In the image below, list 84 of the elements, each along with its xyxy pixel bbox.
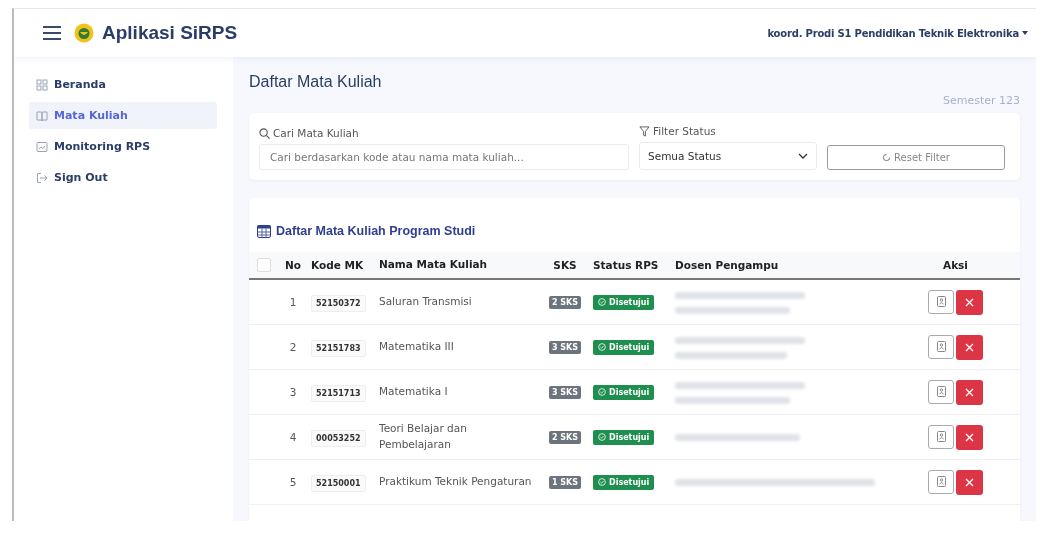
document-button[interactable]: [928, 334, 954, 359]
book-icon: [36, 109, 48, 122]
reset-filter-button[interactable]: Reset Filter: [827, 145, 1005, 170]
column-header: Nama Mata Kuliah: [379, 258, 488, 271]
credits-badge: 3 SKS: [548, 341, 582, 354]
logo-icon: [74, 23, 94, 43]
course-code: 00053252: [311, 430, 366, 447]
row-number: 3: [289, 386, 297, 398]
course-name: Praktikum Teknik Pengaturan: [379, 475, 532, 488]
document-button[interactable]: [928, 289, 954, 314]
sidebar-item[interactable]: Beranda: [29, 71, 217, 98]
menu-icon[interactable]: [42, 25, 62, 41]
document-icon: [936, 341, 946, 352]
chart-icon: [36, 140, 48, 153]
column-header: No: [285, 259, 301, 271]
credits-badge: 1 SKS: [548, 476, 582, 489]
sidebar-item[interactable]: Sign Out: [29, 164, 217, 191]
credits-badge: 2 SKS: [548, 296, 582, 309]
semester-label: Semester 123: [942, 94, 1020, 107]
close-icon: [965, 387, 974, 397]
sidebar-item[interactable]: Monitoring RPS: [29, 133, 217, 160]
status-badge: Disetujui: [593, 339, 655, 355]
course-name: Matematika III: [379, 340, 454, 353]
close-icon: [965, 297, 974, 307]
chevron-down-icon: [798, 153, 808, 159]
course-name: Teori Belajar dan Pembelajaran: [379, 422, 467, 450]
course-code: 52151783: [311, 340, 366, 357]
check-circle-icon: [598, 433, 606, 441]
caret-icon: [1022, 31, 1028, 35]
column-header: Dosen Pengampu: [675, 259, 779, 271]
delete-button[interactable]: [956, 289, 983, 315]
select-all-checkbox[interactable]: [257, 258, 271, 272]
column-header: Status RPS: [593, 259, 659, 271]
user-menu[interactable]: koord. Prodi S1 Pendidikan Teknik Elektronika: [767, 27, 1028, 39]
column-header: Kode MK: [311, 259, 364, 271]
delete-button[interactable]: [956, 424, 983, 450]
document-icon: [936, 386, 946, 397]
close-icon: [965, 477, 974, 487]
status-label: Filter Status: [653, 125, 716, 137]
sign-out-icon: [36, 171, 48, 184]
document-button[interactable]: [928, 469, 954, 494]
table-icon: [257, 224, 271, 238]
document-button[interactable]: [928, 424, 954, 449]
document-icon: [936, 476, 946, 487]
sidebar-item[interactable]: Mata Kuliah: [29, 102, 217, 129]
filter-icon: [639, 125, 650, 137]
document-icon: [936, 296, 946, 307]
check-circle-icon: [598, 343, 606, 351]
delete-button[interactable]: [956, 469, 983, 495]
row-number: 4: [289, 431, 297, 443]
course-code: 52150001: [311, 475, 366, 492]
app-title: Aplikasi SiRPS: [102, 22, 238, 44]
status-dropdown[interactable]: Semua Status: [639, 142, 817, 170]
course-code: 52151713: [311, 385, 366, 402]
search-label: Cari Mata Kuliah: [273, 127, 359, 139]
status-badge: Disetujui: [593, 384, 655, 400]
grid-icon: [36, 78, 48, 91]
course-name: Saluran Transmisi: [379, 295, 472, 308]
page-title: Daftar Mata Kuliah: [249, 73, 383, 91]
check-circle-icon: [598, 478, 606, 486]
search-field[interactable]: Cari berdasarkan kode atau nama mata kuliah...: [259, 144, 629, 170]
row-number: 2: [289, 341, 297, 353]
search-icon: [259, 127, 270, 139]
status-badge: Disetujui: [593, 294, 655, 310]
document-icon: [936, 431, 946, 442]
table-title: Daftar Mata Kuliah Program Studi: [276, 224, 476, 238]
row-number: 5: [289, 476, 297, 488]
close-icon: [965, 432, 974, 442]
credits-badge: 3 SKS: [548, 386, 582, 399]
close-icon: [965, 342, 974, 352]
row-number: 1: [289, 296, 297, 308]
status-badge: Disetujui: [593, 429, 655, 445]
delete-button[interactable]: [956, 334, 983, 360]
check-circle-icon: [598, 388, 606, 396]
credits-badge: 2 SKS: [548, 431, 582, 444]
status-badge: Disetujui: [593, 474, 655, 490]
column-header: Aksi: [943, 259, 968, 271]
document-button[interactable]: [928, 379, 954, 404]
course-name: Matematika I: [379, 385, 448, 398]
course-code: 52150372: [311, 295, 366, 312]
refresh-icon: [882, 153, 892, 162]
delete-button[interactable]: [956, 379, 983, 405]
check-circle-icon: [598, 298, 606, 306]
column-header: SKS: [553, 259, 577, 271]
